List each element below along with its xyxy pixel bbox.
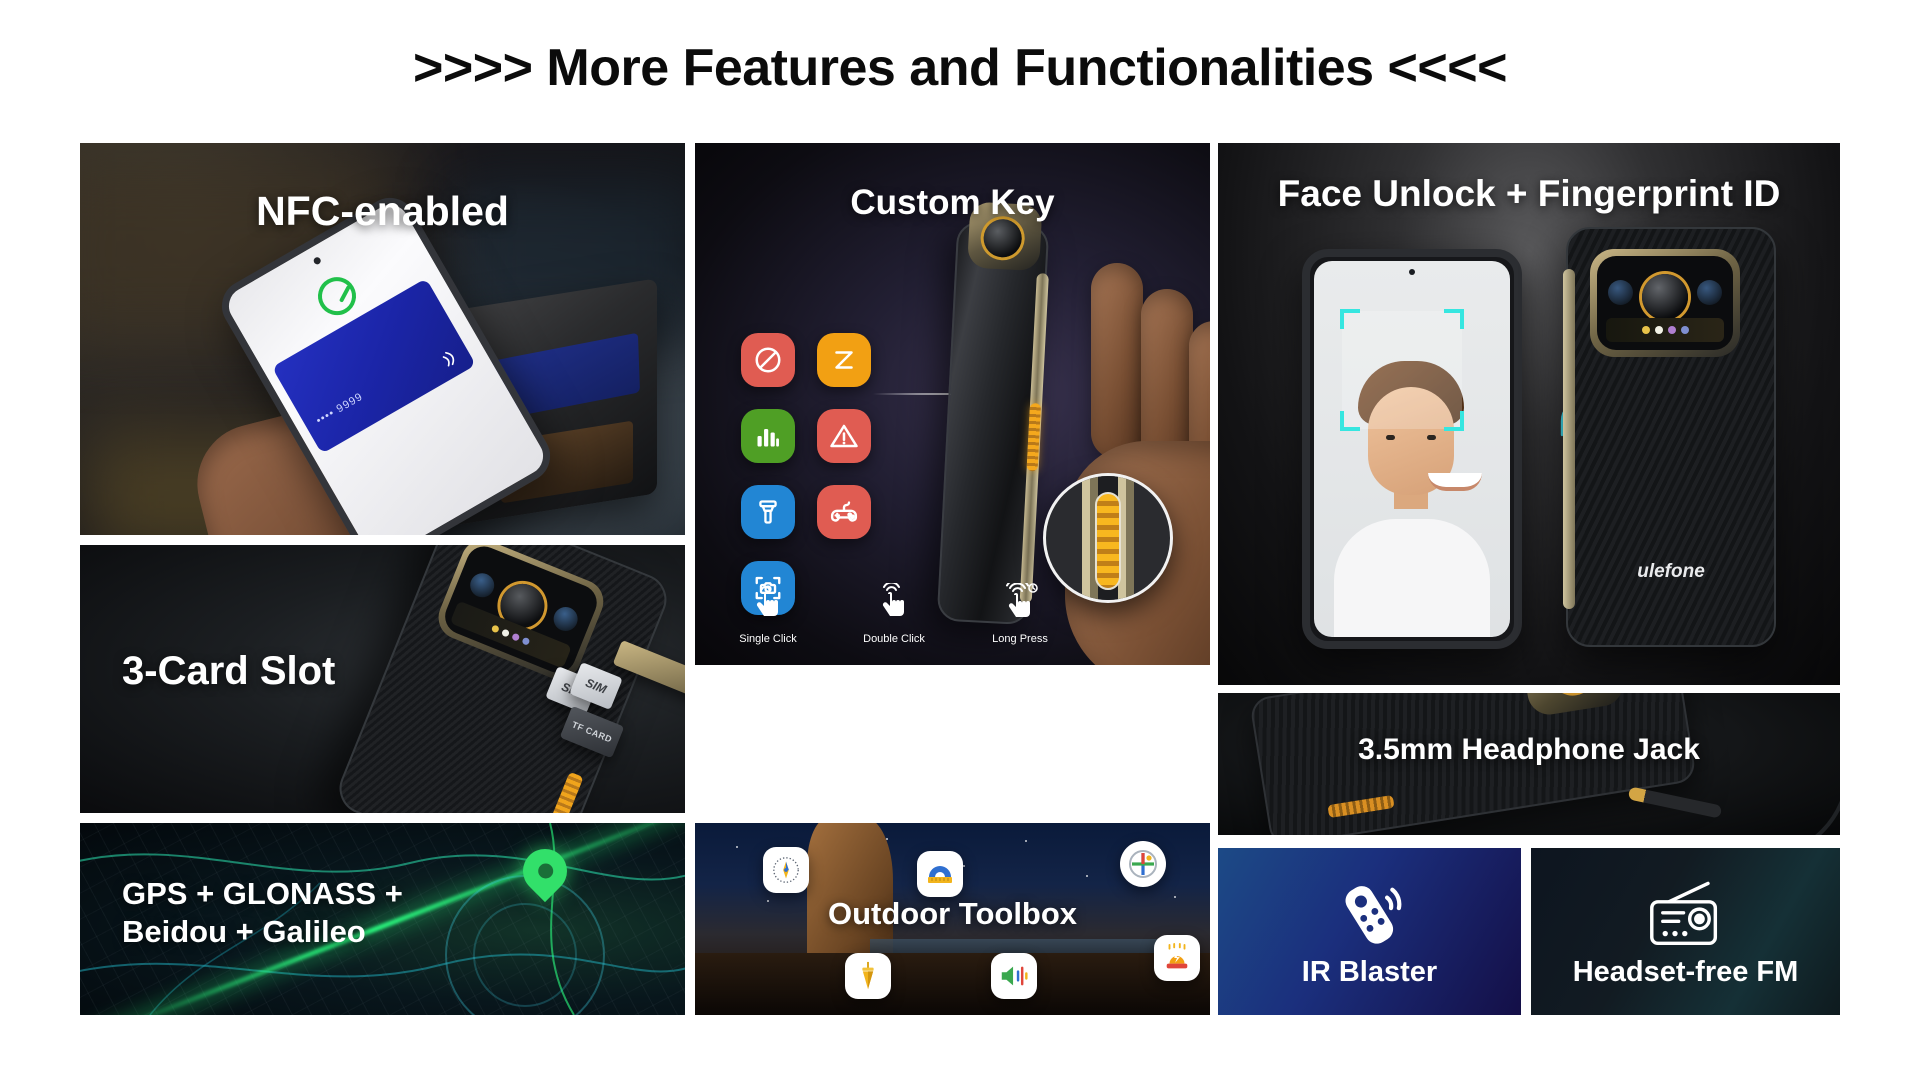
do-not-disturb-icon[interactable]: [741, 333, 795, 387]
panel-headphone-jack: 3.5mm Headphone Jack: [1218, 693, 1840, 835]
double-click-icon: [882, 581, 904, 616]
payment-success-icon: [311, 270, 363, 323]
panel-fm-radio: Headset-free FM: [1531, 848, 1840, 1015]
card-slot-caption: 3-Card Slot: [122, 649, 336, 693]
panel-outdoor-toolbox: Outdoor Toolbox: [695, 823, 1210, 1015]
fm-radio-caption: Headset-free FM: [1572, 956, 1799, 988]
sensor-strip: [1606, 318, 1724, 342]
single-click-icon: [756, 585, 778, 616]
headphone-caption: 3.5mm Headphone Jack: [1358, 733, 1700, 766]
side-rail: [1563, 269, 1575, 609]
level-cross-icon[interactable]: [1120, 841, 1166, 887]
gesture-label: Single Click: [739, 633, 797, 645]
panel-nfc-enabled: •••• 9999 NFC-enabled: [80, 143, 685, 535]
custom-key-button: [547, 771, 584, 813]
brand-logo: ulefone: [1637, 561, 1705, 582]
gesture-single-click: Single Click: [727, 583, 809, 645]
panel-gps: GPS + GLONASS + Beidou + Galileo: [80, 823, 685, 1015]
custom-key-phone: [936, 201, 1050, 626]
fm-radio-icon: [1649, 881, 1717, 946]
secondary-lens: [466, 569, 498, 601]
gesture-label: Double Click: [863, 633, 925, 645]
fm-radio-icon-wrap: [1531, 874, 1840, 954]
plumb-bob-icon[interactable]: [845, 953, 891, 999]
card-slot-phone: [331, 545, 675, 813]
wide-lens: [1608, 280, 1633, 305]
rear-camera-module: [1590, 249, 1740, 357]
flashlight-icon[interactable]: [741, 485, 795, 539]
panel-card-slot: SIM SIM TF CARD 3-Card Slot: [80, 545, 685, 813]
page-title: >>>> More Features and Functionalities <…: [412, 39, 1508, 97]
gesture-legend: Single Click Double Click Long Press: [727, 578, 1097, 645]
alarm-siren-icon[interactable]: [1154, 935, 1200, 981]
camera-module-inner: [439, 545, 603, 679]
bar-chart-icon[interactable]: [741, 409, 795, 463]
virtual-payment-card: •••• 9999: [271, 278, 476, 454]
tertiary-lens: [550, 603, 582, 635]
main-lens: [1642, 274, 1688, 320]
feature-collage: >>>> More Features and Functionalities <…: [0, 0, 1920, 1080]
outdoor-caption: Outdoor Toolbox: [827, 896, 1078, 931]
camera-module-inner: [1597, 256, 1733, 350]
compass-icon[interactable]: [763, 847, 809, 893]
gesture-double-click: Double Click: [853, 581, 935, 645]
face-detection-frame: [1340, 309, 1464, 431]
main-lens: [1549, 693, 1596, 696]
long-press-icon: [1006, 578, 1038, 617]
phone-front-view: [1302, 249, 1522, 649]
gesture-long-press: Long Press: [979, 578, 1061, 645]
panel-face-unlock: Face Unlock + Fingerprint ID ulefone: [1218, 143, 1840, 685]
front-camera-dot: [312, 256, 322, 266]
sleep-mode-icon[interactable]: [817, 333, 871, 387]
gps-caption: GPS + GLONASS + Beidou + Galileo: [122, 876, 403, 949]
camera-hump: [1519, 693, 1627, 718]
front-camera: [1409, 269, 1415, 275]
phone-back-view: ulefone: [1563, 227, 1776, 647]
ir-remote-icon-wrap: [1218, 874, 1521, 958]
ir-blaster-caption: IR Blaster: [1301, 956, 1438, 988]
custom-key-caption: Custom Key: [850, 183, 1055, 222]
contactless-icon: [442, 351, 455, 367]
panel-custom-key: Custom Key Single Click Double Click Lon…: [695, 143, 1210, 665]
game-controller-icon[interactable]: [817, 485, 871, 539]
pointer-line: [873, 393, 951, 395]
foreground-ridge: [695, 953, 1210, 1015]
signal-ring-inner: [473, 903, 577, 1007]
macro-lens: [1697, 280, 1722, 305]
nfc-caption: NFC-enabled: [256, 188, 509, 234]
gesture-label: Long Press: [992, 633, 1048, 645]
sound-meter-icon[interactable]: [991, 953, 1037, 999]
protractor-icon[interactable]: [917, 851, 963, 897]
phone-screen: [1314, 261, 1510, 637]
ir-remote-icon: [1345, 886, 1401, 944]
face-unlock-caption: Face Unlock + Fingerprint ID: [1277, 173, 1781, 214]
panel-ir-blaster: IR Blaster: [1218, 848, 1521, 1015]
magnified-custom-key: [1095, 492, 1121, 590]
warning-icon[interactable]: [817, 409, 871, 463]
card-number: •••• 9999: [314, 390, 366, 428]
